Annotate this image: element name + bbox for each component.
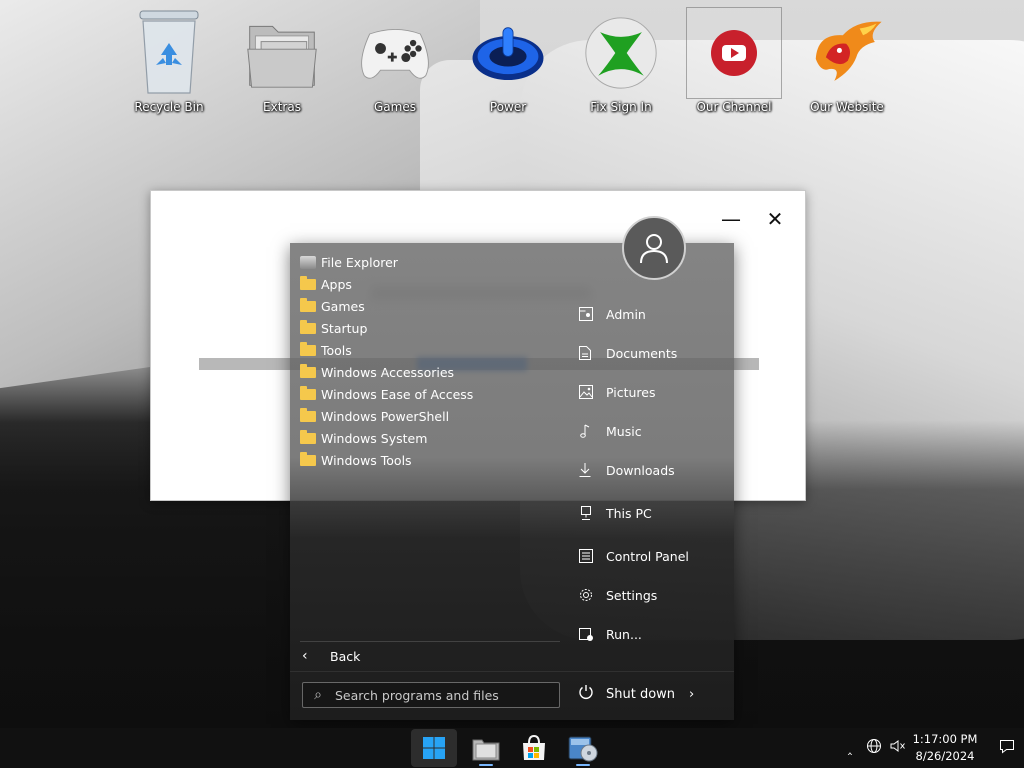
xbox-icon [583, 8, 659, 98]
user-folder-icon [578, 306, 606, 322]
taskbar: ‸ 1:17:00 PM 8/26/2024 [0, 728, 1024, 768]
folder-icon [300, 385, 316, 400]
gamepad-icon [357, 8, 433, 98]
desktop-icon-our-website[interactable]: Our Website [797, 8, 897, 124]
divider [290, 671, 734, 672]
program-folder-startup[interactable]: Startup [300, 317, 560, 339]
close-button[interactable]: ✕ [761, 205, 789, 233]
media-app-icon [568, 736, 598, 762]
youtube-icon [686, 7, 782, 99]
picture-icon [578, 384, 606, 400]
menu-item-documents[interactable]: Documents [578, 342, 677, 364]
notification-icon[interactable] [990, 738, 1024, 758]
desktop-icon-fix-sign-in[interactable]: Fix Sign In [571, 8, 671, 124]
user-avatar[interactable] [622, 216, 686, 280]
search-box[interactable]: ⌕ [302, 682, 560, 708]
running-indicator [479, 764, 493, 766]
search-icon: ⌕ [314, 687, 322, 703]
phoenix-icon [809, 8, 885, 98]
program-folder-tools[interactable]: Tools [300, 339, 560, 361]
desktop-icon-label: Extras [263, 100, 301, 114]
folder-icon [300, 429, 316, 444]
chevron-up-icon[interactable]: ‸ [838, 741, 862, 756]
desktop-icon-label: Recycle Bin [134, 100, 204, 114]
shutdown-button[interactable]: Shut down › [578, 684, 694, 704]
folder-icon [300, 341, 316, 356]
folder-icon [300, 319, 316, 334]
recycle-bin-icon [131, 8, 207, 98]
menu-item-downloads[interactable]: Downloads [578, 459, 675, 481]
music-note-icon [578, 423, 606, 439]
power-icon [470, 8, 546, 98]
program-item-file-explorer[interactable]: File Explorer [300, 251, 560, 273]
speaker-muted-icon[interactable] [886, 738, 910, 758]
divider [300, 641, 560, 642]
computer-icon [578, 505, 606, 521]
control-panel-icon [578, 548, 606, 564]
program-folder-games[interactable]: Games [300, 295, 560, 317]
run-icon [578, 626, 606, 642]
program-folder-windows-accessories[interactable]: Windows Accessories [300, 361, 560, 383]
program-folder-windows-system[interactable]: Windows System [300, 427, 560, 449]
clock-time: 1:17:00 PM [912, 732, 978, 746]
menu-item-run[interactable]: Run... [578, 623, 642, 645]
menu-item-this-pc[interactable]: This PC [578, 502, 652, 524]
document-icon [578, 345, 606, 361]
desktop-icon-label: Our Website [810, 100, 884, 114]
desktop-icon-label: Our Channel [696, 100, 772, 114]
windows-logo-icon [423, 737, 445, 759]
clock-date: 8/26/2024 [915, 749, 975, 763]
gear-icon [578, 587, 606, 603]
running-indicator [576, 764, 590, 766]
menu-item-settings[interactable]: Settings [578, 584, 657, 606]
desktop-icon-label: Games [374, 100, 416, 114]
desktop-icon-label: Power [489, 100, 527, 114]
file-explorer-icon [472, 739, 500, 761]
program-folder-apps[interactable]: Apps [300, 273, 560, 295]
folder-icon [300, 297, 316, 312]
desktop-icon-our-channel[interactable]: Our Channel [684, 7, 784, 124]
download-icon [578, 462, 606, 478]
folder-icon [300, 363, 316, 378]
start-menu: File Explorer Apps Games Startup Tools W… [290, 216, 734, 720]
network-globe-icon[interactable] [862, 738, 886, 758]
taskbar-media-app[interactable] [560, 729, 606, 767]
program-folder-windows-tools[interactable]: Windows Tools [300, 449, 560, 471]
taskbar-file-explorer[interactable] [463, 729, 509, 767]
desktop-icon-label: Fix Sign In [590, 100, 652, 114]
folder-icon [300, 275, 316, 290]
folder-icon [300, 451, 316, 466]
desktop-icon-power[interactable]: Power [458, 8, 558, 124]
program-folder-windows-powershell[interactable]: Windows PowerShell [300, 405, 560, 427]
folder-icon [244, 8, 320, 98]
folder-icon [300, 407, 316, 422]
file-explorer-icon [300, 255, 316, 269]
power-button-icon [578, 684, 606, 704]
program-list: File Explorer Apps Games Startup Tools W… [300, 251, 560, 471]
menu-item-control-panel[interactable]: Control Panel [578, 545, 689, 567]
store-icon [523, 734, 545, 760]
desktop-icon-extras[interactable]: Extras [232, 8, 332, 124]
search-input[interactable] [333, 686, 559, 704]
program-folder-windows-ease-of-access[interactable]: Windows Ease of Access [300, 383, 560, 405]
back-button[interactable]: ‹ Back [302, 645, 360, 667]
menu-item-music[interactable]: Music [578, 420, 642, 442]
system-tray: ‸ 1:17:00 PM 8/26/2024 [838, 728, 1024, 768]
desktop-icon-recycle-bin[interactable]: Recycle Bin [119, 8, 219, 124]
chevron-right-icon[interactable]: › [689, 687, 694, 702]
start-button[interactable] [411, 729, 457, 767]
user-icon [640, 234, 668, 264]
chevron-left-icon: ‹ [302, 648, 308, 664]
taskbar-microsoft-store[interactable] [511, 729, 557, 767]
menu-item-admin[interactable]: Admin [578, 303, 646, 325]
clock[interactable]: 1:17:00 PM 8/26/2024 [910, 731, 980, 765]
desktop-icon-games[interactable]: Games [345, 8, 445, 124]
menu-item-pictures[interactable]: Pictures [578, 381, 656, 403]
minimize-button[interactable]: — [717, 205, 745, 233]
